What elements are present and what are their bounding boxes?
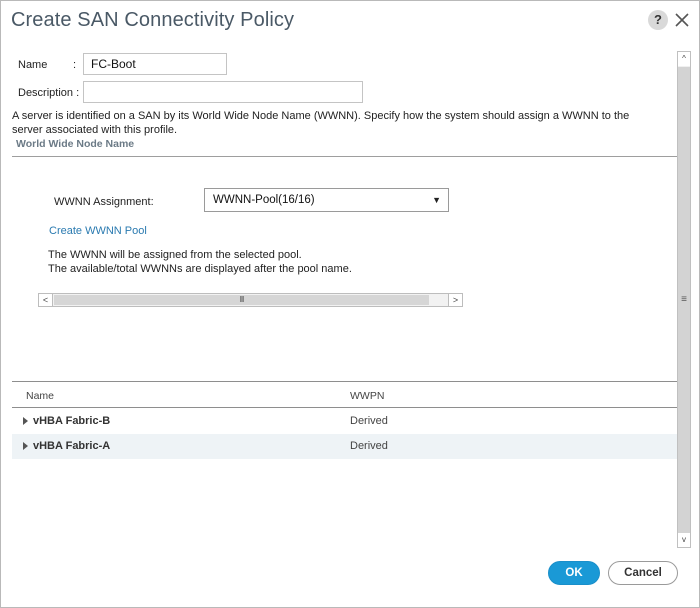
description-label: Description :: [18, 87, 80, 99]
scroll-thumb-vertical[interactable]: ≡: [678, 67, 690, 533]
row-wwpn: Derived: [350, 415, 388, 427]
name-label: Name: [18, 59, 48, 71]
column-header-wwpn[interactable]: WWPN: [350, 390, 384, 402]
column-header-name[interactable]: Name: [26, 390, 54, 402]
row-name: vHBA Fabric-B: [33, 415, 111, 427]
scroll-down-icon[interactable]: v: [678, 533, 690, 547]
scroll-up-icon[interactable]: ^: [678, 52, 690, 66]
scroll-right-icon[interactable]: >: [448, 294, 462, 306]
section-title-wwnn: World Wide Node Name: [16, 138, 135, 150]
scroll-left-icon[interactable]: <: [39, 294, 53, 306]
table-row[interactable]: vHBA Fabric-A Derived: [12, 434, 677, 459]
chevron-down-icon: ▼: [432, 195, 441, 205]
name-separator: :: [73, 59, 77, 71]
row-wwpn: Derived: [350, 440, 388, 452]
vertical-scrollbar[interactable]: ^ ≡ v: [677, 51, 691, 548]
dialog-body: Name : FC-Boot Description : A server is…: [2, 45, 677, 547]
close-icon[interactable]: [673, 11, 691, 29]
horizontal-scrollbar[interactable]: < III >: [38, 293, 463, 307]
note-line-2: The available/total WWNNs are displayed …: [48, 263, 352, 275]
create-wwnn-pool-link[interactable]: Create WWNN Pool: [49, 225, 147, 237]
wwnn-assignment-label: WWNN Assignment:: [54, 196, 154, 208]
wwnn-assignment-select[interactable]: WWNN-Pool(16/16) ▼: [204, 188, 449, 212]
expand-caret-icon[interactable]: [23, 417, 28, 425]
dialog-title: Create SAN Connectivity Policy: [11, 9, 295, 31]
scroll-thumb-horizontal[interactable]: III: [54, 295, 429, 305]
table-row[interactable]: vHBA Fabric-B Derived: [12, 409, 677, 434]
wwnn-pool-note: The WWNN will be assigned from the selec…: [48, 248, 352, 276]
expand-caret-icon[interactable]: [23, 442, 28, 450]
section-divider: [12, 156, 677, 157]
vhba-table-header: Name WWPN: [12, 381, 677, 408]
note-line-1: The WWNN will be assigned from the selec…: [48, 249, 302, 261]
wwnn-assignment-value: WWNN-Pool(16/16): [213, 194, 315, 206]
cancel-button[interactable]: Cancel: [608, 561, 678, 585]
name-input[interactable]: FC-Boot: [83, 53, 227, 75]
description-input[interactable]: [83, 81, 363, 103]
help-icon[interactable]: ?: [648, 10, 668, 30]
wwnn-info-text: A server is identified on a SAN by its W…: [12, 110, 630, 136]
ok-button[interactable]: OK: [548, 561, 600, 585]
row-name: vHBA Fabric-A: [33, 440, 111, 452]
create-san-connectivity-policy-dialog: Create SAN Connectivity Policy ? Name : …: [0, 0, 700, 608]
